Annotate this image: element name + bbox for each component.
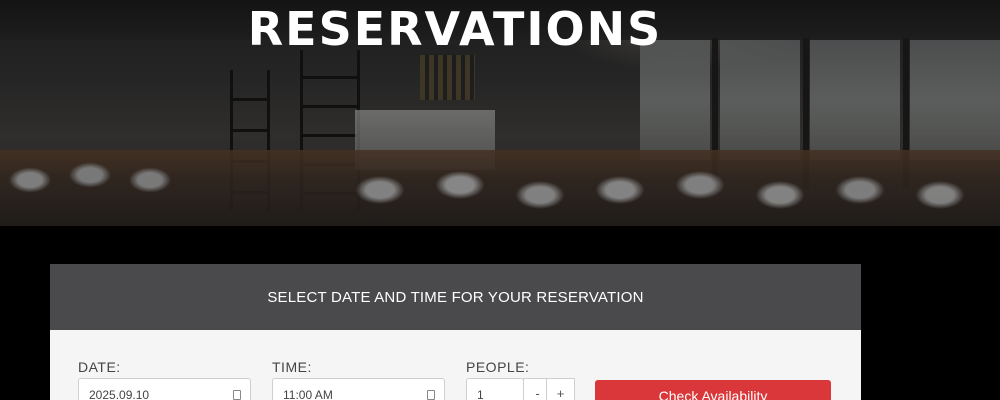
date-field[interactable]: 2025.09.10 (78, 378, 251, 400)
date-value: 2025.09.10 (89, 388, 150, 400)
reservation-form: SELECT DATE AND TIME FOR YOUR RESERVATIO… (50, 264, 861, 400)
time-label: TIME: (272, 359, 312, 375)
hero-banner: RESERVATIONS (0, 0, 1000, 226)
page-title: RESERVATIONS (247, 2, 663, 56)
people-label: PEOPLE: (466, 359, 530, 375)
calendar-icon (233, 390, 241, 400)
people-value: 1 (477, 388, 484, 400)
people-input[interactable]: 1 (466, 378, 524, 400)
date-label: DATE: (78, 359, 121, 375)
reservation-form-body: DATE: 2025.09.10 TIME: 11:00 AM PEOPLE: … (50, 330, 861, 400)
reservation-form-header: SELECT DATE AND TIME FOR YOUR RESERVATIO… (50, 264, 861, 330)
time-field[interactable]: 11:00 AM (272, 378, 445, 400)
check-availability-button[interactable]: Check Availability (595, 380, 831, 400)
people-increment-button[interactable]: + (546, 378, 575, 400)
time-value: 11:00 AM (283, 388, 333, 400)
clock-icon (427, 390, 435, 400)
